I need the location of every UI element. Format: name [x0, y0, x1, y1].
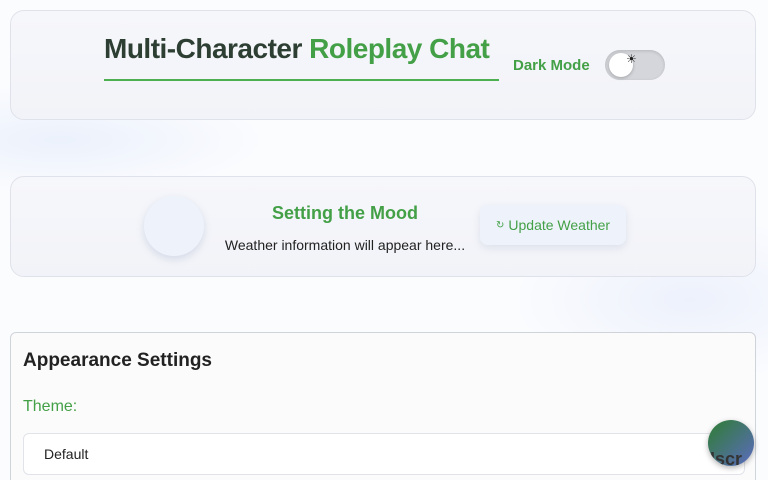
theme-label: Theme:: [23, 398, 78, 415]
header-card: Multi-Character Roleplay Chat Dark Mode …: [10, 10, 756, 120]
floating-button-label: Iscr: [710, 449, 743, 466]
dark-mode-label: Dark Mode: [513, 57, 590, 74]
floating-action-button[interactable]: Iscr: [708, 420, 754, 466]
dark-mode-toggle[interactable]: ☀: [605, 50, 665, 80]
title-part-2: Roleplay Chat: [309, 33, 490, 64]
title-part-1: Multi-Character: [104, 33, 302, 64]
weather-text: Weather information will appear here...: [224, 237, 466, 253]
update-weather-label: Update Weather: [508, 217, 611, 233]
weather-card: Setting the Mood Weather information wil…: [10, 176, 756, 277]
weather-title: Setting the Mood: [272, 203, 418, 223]
update-weather-button[interactable]: ↻ Update Weather: [480, 205, 627, 245]
appearance-settings-card: Appearance Settings Theme: Default: [10, 332, 756, 480]
weather-icon: [144, 196, 204, 256]
theme-select[interactable]: Default: [23, 433, 745, 475]
appearance-title: Appearance Settings: [23, 350, 212, 371]
sun-icon: ☀: [626, 52, 637, 66]
page-title: Multi-Character Roleplay Chat: [104, 33, 499, 81]
refresh-icon: ↻: [496, 219, 505, 231]
